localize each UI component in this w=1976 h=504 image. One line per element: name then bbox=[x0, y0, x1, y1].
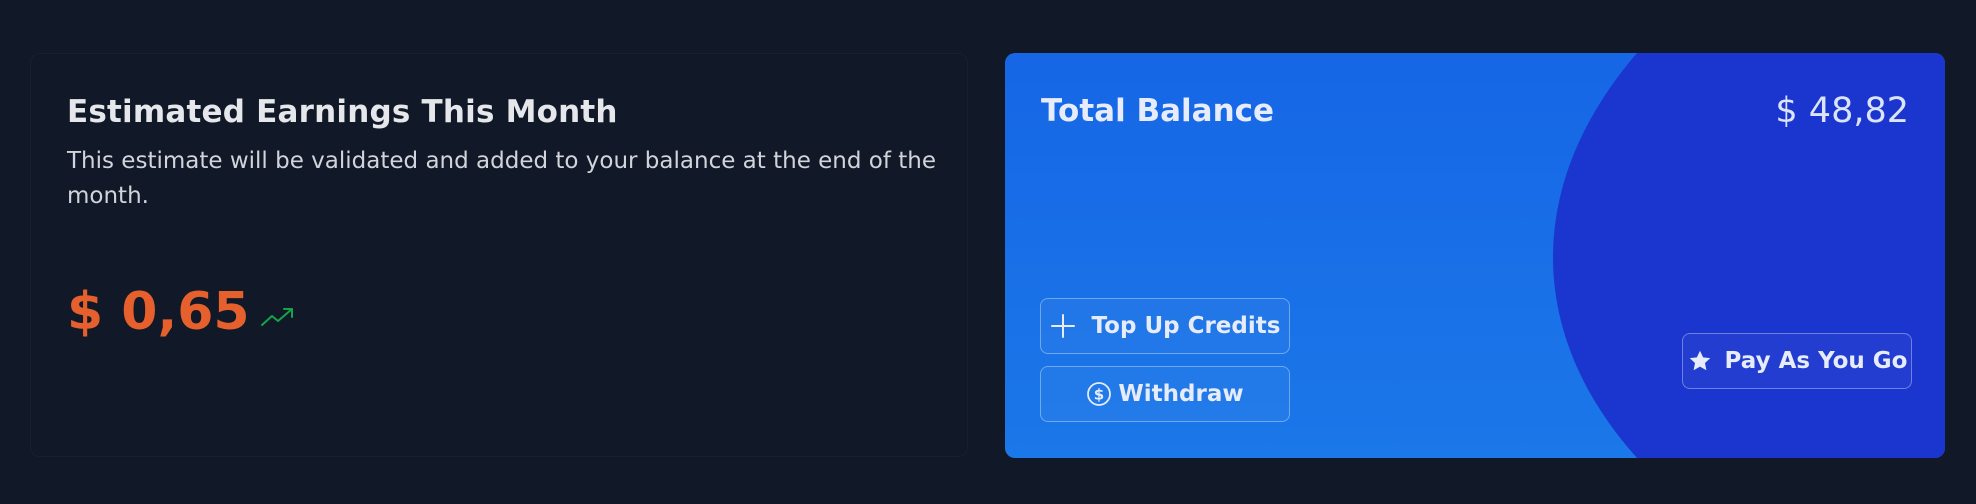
svg-text:$: $ bbox=[1094, 386, 1104, 404]
withdraw-label: Withdraw bbox=[1118, 381, 1244, 407]
dollar-circle-icon: $ bbox=[1086, 381, 1112, 407]
star-icon bbox=[1687, 348, 1713, 374]
top-up-credits-label: Top Up Credits bbox=[1091, 313, 1281, 339]
earnings-amount-row: $ 0,65 bbox=[67, 282, 296, 342]
pay-as-you-go-button[interactable]: Pay As You Go bbox=[1682, 333, 1912, 389]
page: Estimated Earnings This Month This estim… bbox=[0, 0, 1976, 504]
balance-card: Total Balance $ 48,82 Top Up Credits $ W… bbox=[1005, 53, 1945, 458]
pay-as-you-go-label: Pay As You Go bbox=[1724, 348, 1908, 374]
top-up-credits-button[interactable]: Top Up Credits bbox=[1040, 298, 1290, 354]
trending-up-icon bbox=[260, 305, 296, 329]
plus-icon bbox=[1050, 313, 1076, 339]
balance-title: Total Balance bbox=[1041, 93, 1275, 129]
balance-amount: $ 48,82 bbox=[1775, 91, 1909, 131]
withdraw-button[interactable]: $ Withdraw bbox=[1040, 366, 1290, 422]
earnings-description: This estimate will be validated and adde… bbox=[67, 148, 937, 209]
earnings-title: Estimated Earnings This Month bbox=[67, 94, 618, 130]
earnings-amount: $ 0,65 bbox=[67, 282, 250, 342]
earnings-card: Estimated Earnings This Month This estim… bbox=[30, 53, 968, 457]
